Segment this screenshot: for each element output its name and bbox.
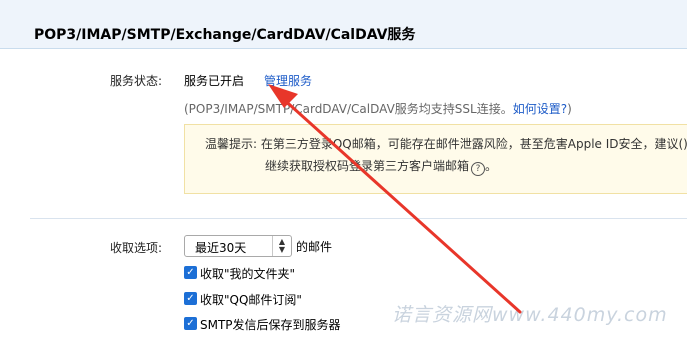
ssl-note-suffix: ) [567,102,572,116]
service-status-label: 服务状态: [110,74,163,88]
section-title: POP3/IMAP/SMTP/Exchange/CardDAV/CalDAV服务 [34,27,416,43]
select-updown-icon: ▲ ▼ [278,237,286,254]
ssl-note: (POP3/IMAP/SMTP/CardDAV/CalDAV服务均支持SSL连接… [184,100,572,117]
receive-period-value: 最近30天 [195,241,247,255]
warning-box: 温馨提示: 在第三方登录QQ邮箱，可能存在邮件泄露风险，甚至危害Apple ID… [184,124,687,194]
section-divider [30,218,687,219]
checkbox-checked-icon[interactable]: ✓ [184,266,197,279]
ssl-note-text: (POP3/IMAP/SMTP/CardDAV/CalDAV服务均支持SSL连接… [184,102,513,116]
checkbox-label: 收取"我的文件夹" [200,267,296,281]
service-status-value: 服务已开启 [184,74,245,88]
receive-period-suffix: 的邮件 [296,240,333,254]
receive-options-label: 收取选项: [110,241,163,255]
warning-line-2-text: 继续获取授权码登录第三方客户端邮箱 [265,159,470,173]
checkbox-label: SMTP发信后保存到服务器 [200,318,341,332]
help-icon[interactable]: ? [471,162,486,176]
checkbox-checked-icon[interactable]: ✓ [184,292,197,305]
receive-period-select[interactable]: 最近30天 ▲ ▼ [184,235,292,257]
section-header: POP3/IMAP/SMTP/Exchange/CardDAV/CalDAV服务 [0,0,687,49]
how-to-setup-link[interactable]: 如何设置? [513,102,567,116]
watermark: 诺言资源网www.440my.com [392,304,668,326]
checkbox-label: 收取"QQ邮件订阅" [200,293,302,307]
checkbox-checked-icon[interactable]: ✓ [184,317,197,330]
manage-service-link[interactable]: 管理服务 [264,72,312,89]
warning-line-2: 继续获取授权码登录第三方客户端邮箱?。 [265,159,498,176]
warning-line-1: 温馨提示: 在第三方登录QQ邮箱，可能存在邮件泄露风险，甚至危害Apple ID… [205,137,687,151]
select-separator [272,236,273,256]
